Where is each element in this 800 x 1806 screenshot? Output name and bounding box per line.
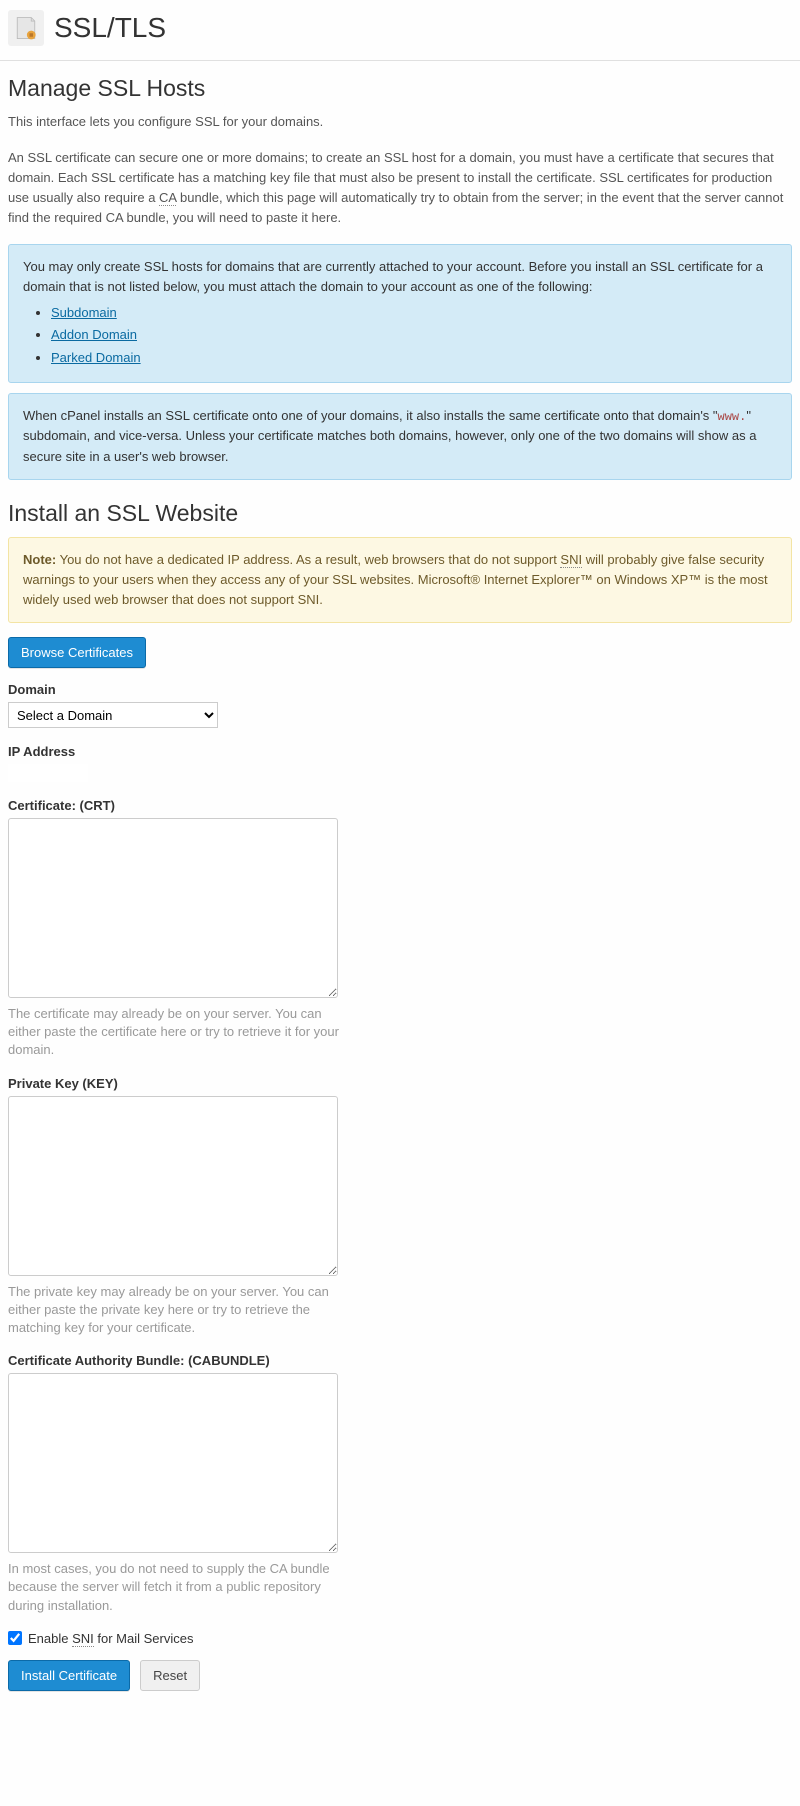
enable-sni-checkbox[interactable] bbox=[8, 1631, 22, 1645]
sni-abbr-2: SNI bbox=[72, 1631, 94, 1647]
domain-type-list: Subdomain Addon Domain Parked Domain bbox=[51, 303, 777, 367]
link-subdomain[interactable]: Subdomain bbox=[51, 305, 117, 320]
browse-certificates-button[interactable]: Browse Certificates bbox=[8, 637, 146, 668]
certificate-textarea[interactable] bbox=[8, 818, 338, 998]
certificate-label: Certificate: (CRT) bbox=[8, 798, 792, 813]
reset-button[interactable]: Reset bbox=[140, 1660, 200, 1691]
link-addon-domain[interactable]: Addon Domain bbox=[51, 327, 137, 342]
ip-address-value bbox=[8, 764, 88, 782]
intro-text: This interface lets you configure SSL fo… bbox=[8, 112, 792, 132]
link-parked-domain[interactable]: Parked Domain bbox=[51, 350, 141, 365]
info-box-www: When cPanel installs an SSL certificate … bbox=[8, 393, 792, 480]
cabundle-help: In most cases, you do not need to supply… bbox=[8, 1560, 348, 1615]
ip-address-label: IP Address bbox=[8, 744, 792, 759]
page-title: SSL/TLS bbox=[54, 12, 166, 44]
install-certificate-button[interactable]: Install Certificate bbox=[8, 1660, 130, 1691]
ca-abbr: CA bbox=[159, 190, 176, 206]
private-key-textarea[interactable] bbox=[8, 1096, 338, 1276]
sni-mail-row: Enable SNI for Mail Services bbox=[8, 1631, 792, 1646]
certificate-help: The certificate may already be on your s… bbox=[8, 1005, 348, 1060]
cabundle-label: Certificate Authority Bundle: (CABUNDLE) bbox=[8, 1353, 792, 1368]
private-key-label: Private Key (KEY) bbox=[8, 1076, 792, 1091]
ssl-explanation: An SSL certificate can secure one or mor… bbox=[8, 148, 792, 229]
install-ssl-heading: Install an SSL Website bbox=[8, 500, 792, 527]
ssl-tls-icon bbox=[8, 10, 44, 46]
cabundle-textarea[interactable] bbox=[8, 1373, 338, 1553]
sni-note-box: Note: You do not have a dedicated IP add… bbox=[8, 537, 792, 623]
info-box-domains: You may only create SSL hosts for domain… bbox=[8, 244, 792, 383]
domain-label: Domain bbox=[8, 682, 792, 697]
domain-select[interactable]: Select a Domain bbox=[8, 702, 218, 728]
page-header: SSL/TLS bbox=[0, 0, 800, 61]
manage-ssl-heading: Manage SSL Hosts bbox=[8, 75, 792, 102]
private-key-help: The private key may already be on your s… bbox=[8, 1283, 348, 1338]
www-text: www. bbox=[718, 410, 747, 424]
sni-abbr: SNI bbox=[560, 552, 582, 568]
